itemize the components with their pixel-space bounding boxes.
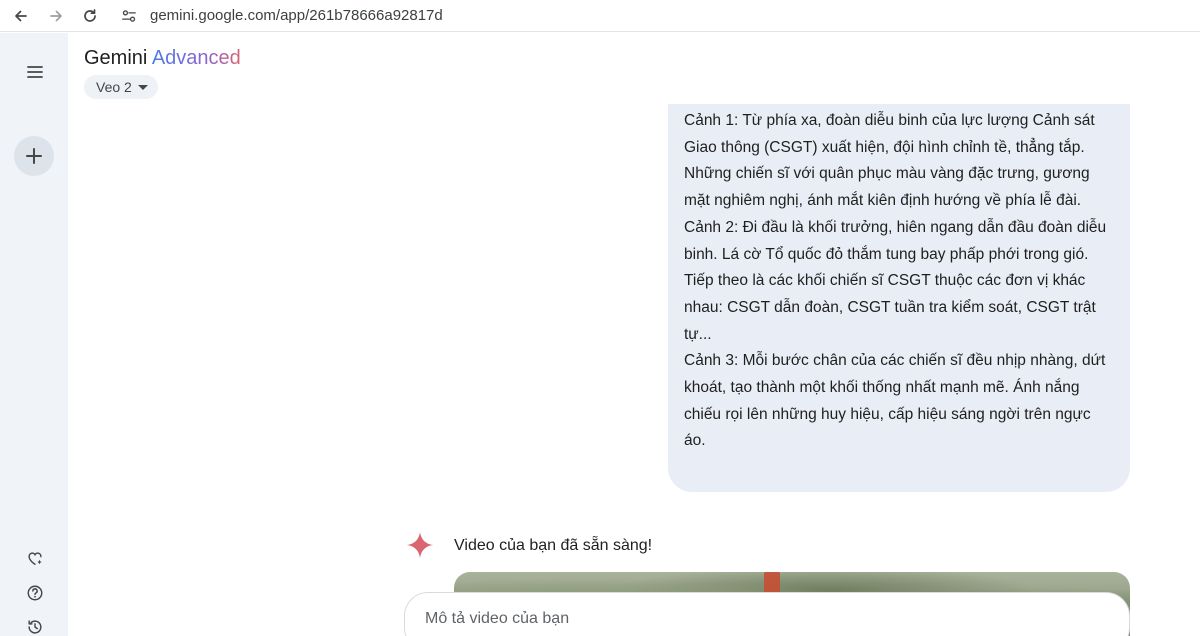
address-bar[interactable]: gemini.google.com/app/261b78666a92817d (150, 7, 443, 24)
prompt-paragraph: Cảnh 1: Từ phía xa, đoàn diễu binh của l… (684, 112, 1095, 210)
brand-tier: Advanced (151, 47, 241, 69)
site-settings-icon[interactable] (120, 7, 138, 25)
side-rail (0, 33, 68, 636)
brand-name: Gemini (84, 47, 148, 69)
model-selector[interactable]: Veo 2 (84, 75, 158, 99)
prompt-input-box[interactable] (404, 592, 1130, 636)
forward-arrow-icon[interactable] (45, 5, 67, 27)
history-icon[interactable] (24, 616, 46, 636)
prompt-input[interactable] (425, 607, 1085, 631)
model-label: Veo 2 (96, 79, 132, 95)
prompt-paragraph: Cảnh 2: Đi đầu là khối trưởng, hiên ngan… (684, 218, 1107, 343)
new-chat-button[interactable] (14, 136, 54, 176)
reload-icon[interactable] (79, 5, 101, 27)
response-text: Video của bạn đã sẵn sàng! (454, 537, 653, 554)
menu-icon[interactable] (22, 59, 48, 85)
app-title: Gemini Advanced (84, 47, 241, 70)
user-message-bubble: Cảnh 1: Từ phía xa, đoàn diễu binh của l… (668, 104, 1130, 492)
gemini-spark-icon (407, 532, 433, 558)
gem-icon[interactable] (24, 547, 46, 569)
chevron-down-icon (137, 84, 148, 90)
browser-toolbar: gemini.google.com/app/261b78666a92817d (0, 0, 1200, 32)
help-icon[interactable] (24, 582, 46, 604)
prompt-paragraph: Cảnh 3: Mỗi bước chân của các chiến sĩ đ… (684, 352, 1106, 450)
back-arrow-icon[interactable] (10, 5, 32, 27)
plus-icon (26, 148, 42, 164)
